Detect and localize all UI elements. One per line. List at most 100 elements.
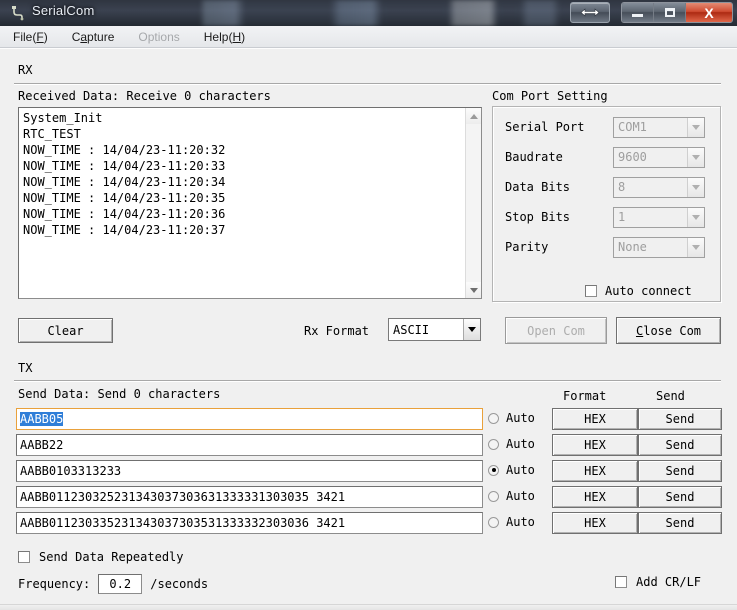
minimize-button[interactable] xyxy=(622,3,654,22)
rx-group-label: RX xyxy=(18,63,33,77)
auto-radio-5[interactable] xyxy=(488,516,499,528)
minimize-icon xyxy=(632,14,643,17)
rx-format-label: Rx Format xyxy=(304,324,370,338)
com-port-group-label: Com Port Setting xyxy=(492,89,608,103)
chevron-down-icon xyxy=(468,327,476,332)
scroll-up-button[interactable] xyxy=(466,108,481,124)
status-bar xyxy=(0,604,737,610)
window-title: SerialCom xyxy=(32,3,95,18)
received-data-textarea[interactable]: System_Init RTC_TEST NOW_TIME : 14/04/23… xyxy=(18,107,482,299)
restore-arrows-button[interactable] xyxy=(570,2,610,23)
send-button-1[interactable]: Send xyxy=(638,408,722,430)
send-data-input-4-value: AABB011230325231343037303631333331303035… xyxy=(20,490,346,504)
send-data-input-1[interactable]: AABB05 xyxy=(16,408,483,430)
chevron-down-icon xyxy=(692,154,700,160)
serial-port-dropdown-button[interactable] xyxy=(687,117,704,137)
auto-radio-2[interactable] xyxy=(488,438,499,450)
send-repeatedly-checkbox[interactable] xyxy=(18,551,30,563)
add-crlf-row[interactable]: Add CR/LF xyxy=(615,575,701,589)
scroll-down-button[interactable] xyxy=(466,282,481,298)
send-data-input-2[interactable]: AABB22 xyxy=(16,434,483,456)
send-repeatedly-label: Send Data Repeatedly xyxy=(39,550,184,564)
parity-value: None xyxy=(618,240,647,254)
stop-bits-dropdown-button[interactable] xyxy=(687,207,704,227)
auto-label-5: Auto xyxy=(506,515,535,529)
baudrate-dropdown-button[interactable] xyxy=(687,147,704,167)
parity-dropdown-button[interactable] xyxy=(687,237,704,257)
client-area: RX Received Data: Receive 0 characters S… xyxy=(0,48,737,610)
format-button-5[interactable]: HEX xyxy=(552,512,638,534)
frequency-input[interactable]: 0.2 xyxy=(98,574,143,594)
send-data-input-3-value: AABB0103313233 xyxy=(20,464,122,478)
stop-bits-label: Stop Bits xyxy=(505,210,571,224)
auto-label-1: Auto xyxy=(506,411,535,425)
data-bits-row: Data Bits 8 xyxy=(505,176,705,198)
send-data-input-3[interactable]: AABB0103313233 xyxy=(16,460,483,482)
auto-radio-row-5[interactable]: Auto xyxy=(488,515,535,529)
format-button-1[interactable]: HEX xyxy=(552,408,638,430)
send-data-input-4[interactable]: AABB011230325231343037303631333331303035… xyxy=(16,486,483,508)
serialcom-window: SerialCom X File(F) Capture Options Help… xyxy=(0,0,737,610)
received-data-scrollbar[interactable] xyxy=(465,108,481,298)
format-button-3[interactable]: HEX xyxy=(552,460,638,482)
stop-bits-combobox[interactable]: 1 xyxy=(613,206,705,228)
auto-connect-checkbox[interactable] xyxy=(585,285,597,297)
auto-radio-4[interactable] xyxy=(488,490,499,502)
maximize-icon xyxy=(664,8,675,17)
tx-group-divider xyxy=(14,380,721,381)
send-button-3[interactable]: Send xyxy=(638,460,722,482)
send-button-4[interactable]: Send xyxy=(638,486,722,508)
chevron-down-icon xyxy=(692,184,700,190)
format-column-header: Format xyxy=(563,389,607,403)
menu-bar: File(F) Capture Options Help(H) xyxy=(0,26,737,48)
parity-combobox[interactable]: None xyxy=(613,236,705,258)
auto-radio-1[interactable] xyxy=(488,412,499,424)
serial-plug-icon xyxy=(10,5,26,21)
send-data-input-5[interactable]: AABB011230335231343037303531333332303036… xyxy=(16,512,483,534)
baudrate-label: Baudrate xyxy=(505,150,563,164)
auto-radio-3[interactable] xyxy=(488,464,499,476)
menu-item-capture[interactable]: Capture xyxy=(69,28,118,46)
menu-item-help[interactable]: Help(H) xyxy=(201,28,248,46)
format-button-4[interactable]: HEX xyxy=(552,486,638,508)
send-repeatedly-row[interactable]: Send Data Repeatedly xyxy=(18,550,184,564)
tx-group-label: TX xyxy=(18,361,33,375)
add-crlf-checkbox[interactable] xyxy=(615,576,627,588)
data-bits-combobox[interactable]: 8 xyxy=(613,176,705,198)
window-controls: X xyxy=(570,2,733,24)
send-button-5[interactable]: Send xyxy=(638,512,722,534)
rx-format-dropdown-button[interactable] xyxy=(463,319,480,340)
serial-port-row: Serial Port COM1 xyxy=(505,116,705,138)
format-button-2[interactable]: HEX xyxy=(552,434,638,456)
frequency-unit-label: /seconds xyxy=(150,577,209,591)
open-com-button: Open Com xyxy=(505,317,607,344)
menu-item-file[interactable]: File(F) xyxy=(10,28,51,46)
chevron-up-icon xyxy=(470,113,478,119)
data-bits-label: Data Bits xyxy=(505,180,571,194)
maximize-button[interactable] xyxy=(654,3,686,22)
menu-item-options: Options xyxy=(138,29,180,44)
clear-button[interactable]: Clear xyxy=(18,318,113,343)
close-com-button[interactable]: Close Com xyxy=(616,317,721,344)
auto-radio-row-1[interactable]: Auto xyxy=(488,411,535,425)
auto-connect-label: Auto connect xyxy=(605,284,692,298)
rx-format-combobox[interactable]: ASCII xyxy=(388,318,481,341)
auto-connect-row[interactable]: Auto connect xyxy=(585,284,692,298)
baudrate-combobox[interactable]: 9600 xyxy=(613,146,705,168)
chevron-down-icon xyxy=(692,244,700,250)
frequency-label: Frequency: xyxy=(18,577,91,591)
close-button[interactable]: X xyxy=(686,3,732,22)
parity-label: Parity xyxy=(505,240,549,254)
send-button-2[interactable]: Send xyxy=(638,434,722,456)
chevron-down-icon xyxy=(692,214,700,220)
serial-port-label: Serial Port xyxy=(505,120,585,134)
data-bits-dropdown-button[interactable] xyxy=(687,177,704,197)
chevron-down-icon xyxy=(692,124,700,130)
auto-label-4: Auto xyxy=(506,489,535,503)
send-data-input-5-value: AABB011230335231343037303531333332303036… xyxy=(20,516,346,530)
serial-port-combobox[interactable]: COM1 xyxy=(613,116,705,138)
auto-radio-row-4[interactable]: Auto xyxy=(488,489,535,503)
left-right-arrow-icon xyxy=(580,8,600,17)
auto-radio-row-3[interactable]: Auto xyxy=(488,463,535,477)
auto-radio-row-2[interactable]: Auto xyxy=(488,437,535,451)
